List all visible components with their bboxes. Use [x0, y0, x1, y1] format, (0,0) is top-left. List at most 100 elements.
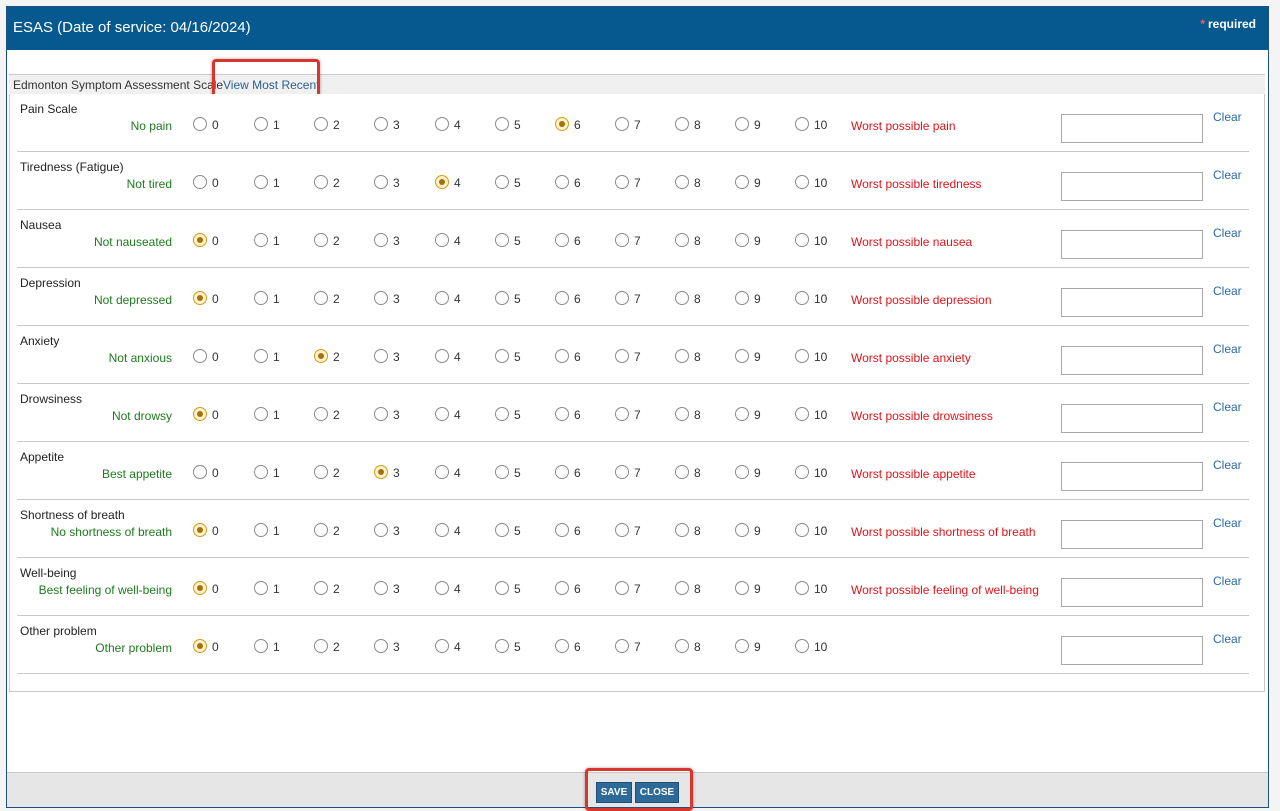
- score-radio[interactable]: [615, 349, 629, 363]
- score-radio[interactable]: [495, 523, 509, 537]
- score-radio[interactable]: [314, 581, 328, 595]
- score-radio[interactable]: [735, 523, 749, 537]
- score-radio[interactable]: [374, 117, 388, 131]
- score-radio[interactable]: [615, 291, 629, 305]
- score-radio[interactable]: [555, 233, 569, 247]
- score-input[interactable]: [1061, 346, 1203, 375]
- score-radio[interactable]: [314, 639, 328, 653]
- score-radio[interactable]: [615, 175, 629, 189]
- score-radio[interactable]: [374, 233, 388, 247]
- score-radio[interactable]: [314, 175, 328, 189]
- score-radio[interactable]: [254, 465, 268, 479]
- score-radio[interactable]: [735, 175, 749, 189]
- score-radio[interactable]: [314, 465, 328, 479]
- score-radio[interactable]: [675, 581, 689, 595]
- score-radio[interactable]: [193, 291, 207, 305]
- score-radio[interactable]: [555, 175, 569, 189]
- score-radio[interactable]: [495, 233, 509, 247]
- score-radio[interactable]: [435, 581, 449, 595]
- score-radio[interactable]: [615, 639, 629, 653]
- score-radio[interactable]: [795, 349, 809, 363]
- score-radio[interactable]: [374, 465, 388, 479]
- score-radio[interactable]: [314, 407, 328, 421]
- score-radio[interactable]: [374, 523, 388, 537]
- score-radio[interactable]: [735, 407, 749, 421]
- score-radio[interactable]: [374, 639, 388, 653]
- score-radio[interactable]: [675, 175, 689, 189]
- score-radio[interactable]: [795, 291, 809, 305]
- score-radio[interactable]: [314, 523, 328, 537]
- score-radio[interactable]: [555, 407, 569, 421]
- score-radio[interactable]: [435, 465, 449, 479]
- score-radio[interactable]: [374, 175, 388, 189]
- score-radio[interactable]: [555, 117, 569, 131]
- score-radio[interactable]: [374, 291, 388, 305]
- score-input[interactable]: [1061, 636, 1203, 665]
- score-radio[interactable]: [735, 639, 749, 653]
- score-radio[interactable]: [615, 407, 629, 421]
- score-radio[interactable]: [435, 291, 449, 305]
- clear-link[interactable]: Clear: [1213, 342, 1242, 356]
- score-radio[interactable]: [254, 639, 268, 653]
- score-radio[interactable]: [555, 581, 569, 595]
- score-radio[interactable]: [615, 581, 629, 595]
- score-radio[interactable]: [435, 407, 449, 421]
- score-radio[interactable]: [735, 581, 749, 595]
- score-radio[interactable]: [735, 349, 749, 363]
- score-radio[interactable]: [254, 523, 268, 537]
- score-radio[interactable]: [615, 523, 629, 537]
- score-radio[interactable]: [675, 407, 689, 421]
- score-radio[interactable]: [314, 233, 328, 247]
- score-radio[interactable]: [795, 117, 809, 131]
- score-radio[interactable]: [675, 291, 689, 305]
- score-radio[interactable]: [374, 407, 388, 421]
- score-radio[interactable]: [193, 175, 207, 189]
- score-radio[interactable]: [675, 465, 689, 479]
- score-radio[interactable]: [675, 233, 689, 247]
- score-radio[interactable]: [795, 581, 809, 595]
- score-radio[interactable]: [254, 233, 268, 247]
- score-radio[interactable]: [254, 175, 268, 189]
- score-radio[interactable]: [555, 523, 569, 537]
- score-radio[interactable]: [314, 349, 328, 363]
- score-radio[interactable]: [193, 233, 207, 247]
- score-radio[interactable]: [795, 175, 809, 189]
- clear-link[interactable]: Clear: [1213, 168, 1242, 182]
- score-radio[interactable]: [675, 523, 689, 537]
- score-radio[interactable]: [495, 349, 509, 363]
- score-radio[interactable]: [495, 581, 509, 595]
- score-input[interactable]: [1061, 578, 1203, 607]
- score-radio[interactable]: [735, 233, 749, 247]
- clear-link[interactable]: Clear: [1213, 574, 1242, 588]
- score-input[interactable]: [1061, 114, 1203, 143]
- score-radio[interactable]: [314, 291, 328, 305]
- score-radio[interactable]: [615, 117, 629, 131]
- score-radio[interactable]: [193, 639, 207, 653]
- score-radio[interactable]: [254, 407, 268, 421]
- score-input[interactable]: [1061, 172, 1203, 201]
- score-radio[interactable]: [254, 291, 268, 305]
- clear-link[interactable]: Clear: [1213, 458, 1242, 472]
- clear-link[interactable]: Clear: [1213, 516, 1242, 530]
- score-radio[interactable]: [795, 523, 809, 537]
- score-radio[interactable]: [555, 291, 569, 305]
- score-radio[interactable]: [675, 117, 689, 131]
- score-radio[interactable]: [193, 407, 207, 421]
- score-radio[interactable]: [193, 523, 207, 537]
- score-radio[interactable]: [193, 117, 207, 131]
- score-input[interactable]: [1061, 462, 1203, 491]
- score-radio[interactable]: [735, 291, 749, 305]
- score-radio[interactable]: [435, 175, 449, 189]
- score-radio[interactable]: [795, 639, 809, 653]
- score-radio[interactable]: [555, 639, 569, 653]
- score-radio[interactable]: [555, 349, 569, 363]
- score-radio[interactable]: [555, 465, 569, 479]
- score-radio[interactable]: [795, 233, 809, 247]
- score-radio[interactable]: [495, 465, 509, 479]
- score-radio[interactable]: [735, 117, 749, 131]
- clear-link[interactable]: Clear: [1213, 632, 1242, 646]
- score-radio[interactable]: [254, 581, 268, 595]
- score-radio[interactable]: [435, 639, 449, 653]
- score-radio[interactable]: [795, 407, 809, 421]
- score-radio[interactable]: [314, 117, 328, 131]
